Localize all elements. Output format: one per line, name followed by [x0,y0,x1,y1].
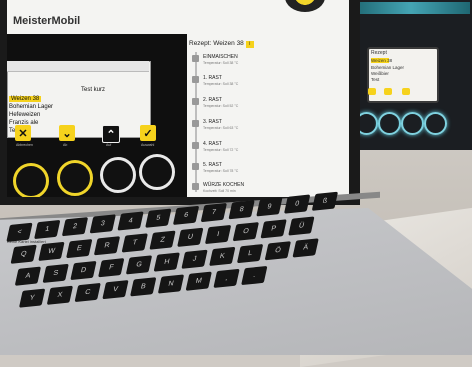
key-row1-4[interactable]: 4 [117,211,144,231]
key-row1-11[interactable]: ß [311,191,339,211]
check-icon[interactable]: ✓ [140,125,156,141]
key-row4-2[interactable]: C [74,282,101,303]
menu-item-selected[interactable]: Weizen 38 [9,96,42,102]
key-row2-7[interactable]: I [204,224,232,245]
step-marker [192,142,199,149]
step-marker [192,98,199,105]
key-row3-7[interactable]: K [209,246,236,267]
key-row3-1[interactable]: S [42,263,69,283]
step-name: WÜRZE KOCHEN [203,182,245,188]
key-row2-2[interactable]: E [66,238,93,259]
key-row2-8[interactable]: O [232,222,260,242]
laptop-screen: MeisterMobil Weizen 38 Bohemian Lager He… [7,0,349,197]
key-row2-5[interactable]: Z [149,230,176,250]
up-icon[interactable]: ⌃ [102,125,120,143]
key-row2-1[interactable]: W [38,241,65,262]
menu-item[interactable]: Bohemian Lager [9,104,53,110]
rotary-ring[interactable] [13,163,49,197]
device-ring [424,112,447,135]
device-title: Rezept [371,50,387,56]
step-marker [192,163,199,170]
step-detail: Temperatur: Soll 78 °C [203,169,239,173]
device-check-icon [402,88,410,95]
key-row3-4[interactable]: G [125,255,153,275]
close-icon[interactable]: ✕ [15,125,31,141]
step-name: 3. RAST [203,119,222,125]
rotary-ring[interactable] [139,154,175,190]
key-row4-7[interactable]: , [213,268,240,288]
key-row3-3[interactable]: F [98,258,125,278]
key-row1-10[interactable]: 0 [283,194,311,214]
key-row1-7[interactable]: 7 [200,202,228,223]
key-row4-8[interactable]: . [241,265,268,286]
step-name: 2. RAST [203,97,222,103]
info-icon: i [245,41,254,48]
button-label: Abbrechen [16,143,33,147]
key-row3-8[interactable]: L [236,243,264,264]
key-row1-1[interactable]: 1 [34,219,61,240]
step-detail: Temperatur: Soll 72 °C [203,148,239,152]
key-row1-3[interactable]: 3 [89,214,116,234]
button-label: Auswahl [141,143,155,147]
key-row4-6[interactable]: M [185,271,212,291]
step-name: 4. RAST [203,141,222,147]
step-name: EINMAISCHEN [203,54,238,60]
key-row1-8[interactable]: 8 [228,200,255,220]
key-row1-0[interactable]: < [6,222,33,242]
device-close-icon [368,88,376,95]
simulator-window-bar [7,61,149,72]
step-detail: Kochzeit: Soll 70 min [203,189,236,193]
key-row1-5[interactable]: 5 [145,208,172,228]
key-row4-0[interactable]: Y [18,288,46,308]
device-down-icon [384,88,392,95]
rotary-ring[interactable] [100,157,136,193]
device-ring [401,112,424,135]
key-row3-9[interactable]: Ö [264,241,292,261]
key-row2-9[interactable]: P [260,219,287,239]
device-line: Test [371,77,380,82]
key-row3-2[interactable]: D [70,260,97,281]
step-marker [192,183,199,190]
step-name: 5. RAST [203,162,222,168]
detail-text: Test kurz [81,87,106,93]
device-ring [378,112,401,135]
step-name: 1. RAST [203,75,222,81]
key-row3-10[interactable]: Ä [292,238,319,258]
device-line: Weißbier [371,71,389,76]
device-line: Weizen 38 [371,58,393,63]
key-row1-2[interactable]: 2 [61,217,89,237]
key-row2-4[interactable]: T [121,233,148,253]
step-detail: Temperatur: Soll 63 °C [203,126,239,130]
recipe-title: Rezept: Weizen 38 i [189,40,254,48]
key-row4-5[interactable]: N [157,274,185,294]
key-row2-6[interactable]: U [177,227,204,247]
key-row4-3[interactable]: V [102,280,129,300]
button-label: Ab [63,143,68,147]
key-row3-6[interactable]: J [181,249,208,269]
key-row2-0[interactable]: Q [10,244,37,264]
menu-item[interactable]: Hefeweizen [9,112,40,118]
app-logo: MeisterMobil [13,15,81,27]
key-row2-10[interactable]: Ü [288,216,315,236]
step-detail: Temperatur: Soll 52 °C [203,104,239,108]
step-detail: Temperatur: Soll 38 °C [203,82,239,86]
step-marker [192,55,199,62]
key-row3-5[interactable]: H [153,252,180,272]
key-row4-4[interactable]: B [130,277,157,297]
key-row4-1[interactable]: X [46,285,74,305]
rotary-ring[interactable] [57,160,93,196]
button-label: Auf [106,143,112,147]
key-row1-9[interactable]: 9 [256,197,283,217]
device-rim [352,2,470,14]
device-line: Bohemian Lager [371,65,405,70]
down-icon[interactable]: ⌄ [59,125,75,141]
key-row1-6[interactable]: 6 [172,205,200,225]
step-marker [192,76,199,83]
key-row2-3[interactable]: R [93,236,121,256]
step-marker [192,120,199,127]
step-detail: Temperatur: Soll 38 °C [203,61,239,65]
key-row3-0[interactable]: A [14,266,42,286]
